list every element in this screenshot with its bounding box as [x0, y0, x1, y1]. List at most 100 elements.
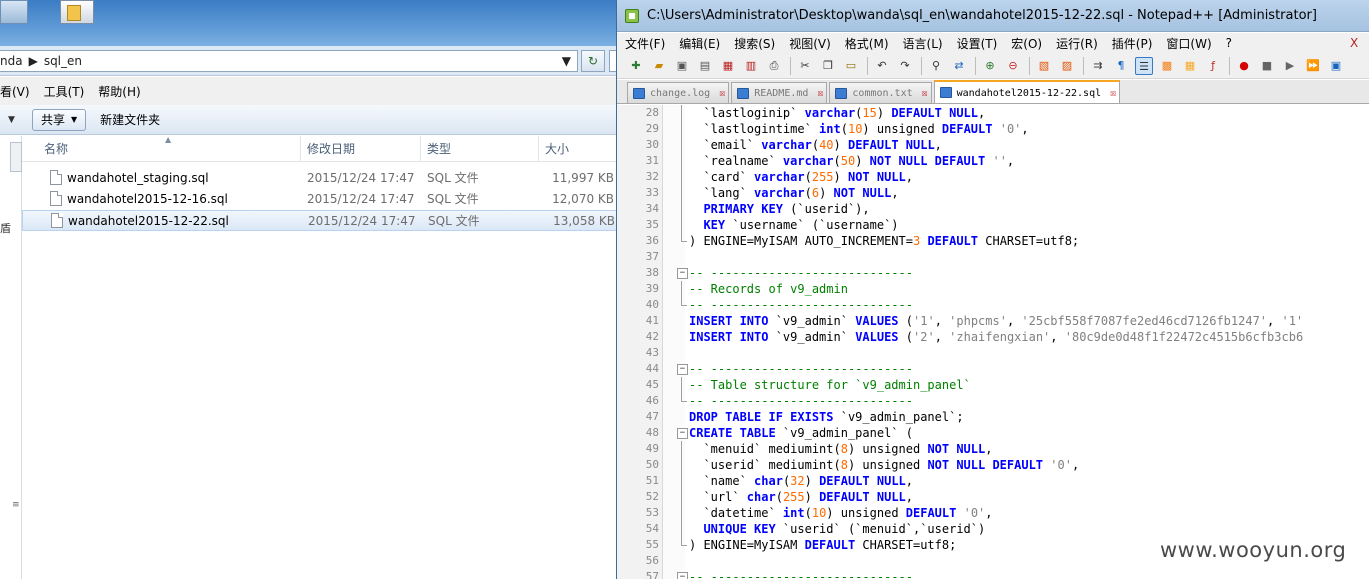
navigation-pane[interactable]: 盾 ≡: [0, 136, 22, 579]
copy-icon[interactable]: ❐: [819, 57, 837, 75]
menu-search[interactable]: 搜索(S): [734, 35, 775, 52]
save-macro-icon[interactable]: ▣: [1327, 57, 1345, 75]
save-icon[interactable]: ▣: [673, 57, 691, 75]
menu-run[interactable]: 运行(R): [1056, 35, 1098, 52]
menu-file[interactable]: 文件(F): [625, 35, 665, 52]
tab-common-txt[interactable]: common.txt ☒: [829, 82, 932, 104]
menu-help[interactable]: ?: [1226, 36, 1232, 50]
file-row[interactable]: wandahotel_staging.sql 2015/12/24 17:47 …: [22, 168, 620, 189]
menu-plugins[interactable]: 插件(P): [1112, 35, 1153, 52]
code-line[interactable]: 57 -- ----------------------------: [617, 569, 1369, 579]
zoom-out-icon[interactable]: ⊖: [1004, 57, 1022, 75]
code-line[interactable]: 32 `card` varchar(255) NOT NULL,: [617, 169, 1369, 185]
zoom-in-icon[interactable]: ⊕: [981, 57, 999, 75]
menu-format[interactable]: 格式(M): [845, 35, 889, 52]
record-macro-icon[interactable]: ●: [1235, 57, 1253, 75]
code-line[interactable]: 53 `datetime` int(10) unsigned DEFAULT '…: [617, 505, 1369, 521]
print-icon[interactable]: ⎙: [765, 57, 783, 75]
menu-view[interactable]: 看(V): [0, 83, 37, 100]
code-line[interactable]: 41 INSERT INTO `v9_admin` VALUES ('1', 'p…: [617, 313, 1369, 329]
code-line[interactable]: 30 `email` varchar(40) DEFAULT NULL,: [617, 137, 1369, 153]
column-name[interactable]: 名称: [38, 136, 300, 162]
tab-change-log[interactable]: change.log ☒: [627, 82, 730, 104]
address-bar[interactable]: nda ▶ sql_en ▼: [0, 50, 578, 72]
close-all-icon[interactable]: ▥: [742, 57, 760, 75]
close-document-icon[interactable]: X: [1350, 36, 1358, 50]
code-line[interactable]: 47 DROP TABLE IF EXISTS `v9_admin_panel`;: [617, 409, 1369, 425]
breadcrumb-parent[interactable]: nda: [0, 54, 23, 68]
address-dropdown-icon[interactable]: ▼: [562, 54, 571, 68]
new-file-icon[interactable]: ✚: [627, 57, 645, 75]
replace-icon[interactable]: ⇄: [950, 57, 968, 75]
redo-icon[interactable]: ↷: [896, 57, 914, 75]
breadcrumb-current[interactable]: sql_en: [44, 54, 82, 68]
organize-caret-icon[interactable]: ▼: [0, 115, 30, 125]
code-line[interactable]: 29 `lastlogintime` int(10) unsigned DEFA…: [617, 121, 1369, 137]
code-line[interactable]: 28 `lastloginip` varchar(15) DEFAULT NUL…: [617, 105, 1369, 121]
code-line[interactable]: 31 `realname` varchar(50) NOT NULL DEFAU…: [617, 153, 1369, 169]
code-line[interactable]: 54 UNIQUE KEY `userid` (`menuid`,`userid…: [617, 521, 1369, 537]
menu-settings[interactable]: 设置(T): [957, 35, 998, 52]
nav-scrollbar-thumb[interactable]: [10, 142, 22, 172]
sync-horizontal-icon[interactable]: ▨: [1058, 57, 1076, 75]
menu-language[interactable]: 语言(L): [903, 35, 943, 52]
tab-close-icon[interactable]: ☒: [817, 83, 823, 104]
menu-help[interactable]: 帮助(H): [91, 83, 147, 100]
file-row-selected[interactable]: wandahotel2015-12-22.sql 2015/12/24 17:4…: [22, 210, 620, 231]
tab-close-icon[interactable]: ☒: [719, 83, 725, 104]
udl-icon[interactable]: ▩: [1158, 57, 1176, 75]
stop-macro-icon[interactable]: ■: [1258, 57, 1276, 75]
fold-toggle-icon[interactable]: [677, 425, 689, 441]
code-line[interactable]: 42 INSERT INTO `v9_admin` VALUES ('2', 'z…: [617, 329, 1369, 345]
save-all-icon[interactable]: ▤: [696, 57, 714, 75]
desktop-shortcut-icon[interactable]: [0, 0, 28, 24]
desktop-folder-icon[interactable]: [60, 0, 94, 24]
sync-vertical-icon[interactable]: ▧: [1035, 57, 1053, 75]
code-line[interactable]: 35 KEY `username` (`username`): [617, 217, 1369, 233]
show-all-chars-icon[interactable]: ¶: [1112, 57, 1130, 75]
npp-titlebar[interactable]: C:\Users\Administrator\Desktop\wanda\sql…: [617, 0, 1369, 32]
doc-map-icon[interactable]: ▦: [1181, 57, 1199, 75]
menu-macro[interactable]: 宏(O): [1011, 35, 1042, 52]
find-icon[interactable]: ⚲: [927, 57, 945, 75]
code-line[interactable]: 46 -- ----------------------------: [617, 393, 1369, 409]
fold-toggle-icon[interactable]: [677, 569, 689, 579]
word-wrap-icon[interactable]: ⇉: [1089, 57, 1107, 75]
column-type[interactable]: 类型: [420, 136, 538, 162]
undo-icon[interactable]: ↶: [873, 57, 891, 75]
nav-scrollbar-grip-icon[interactable]: ≡: [12, 500, 20, 510]
fold-toggle-icon[interactable]: [677, 265, 689, 281]
code-editor[interactable]: 28 `lastloginip` varchar(15) DEFAULT NUL…: [617, 105, 1369, 579]
code-line[interactable]: 48 CREATE TABLE `v9_admin_panel` (: [617, 425, 1369, 441]
function-list-icon[interactable]: ƒ: [1204, 57, 1222, 75]
code-line[interactable]: 37: [617, 249, 1369, 265]
code-line[interactable]: 39 -- Records of v9_admin: [617, 281, 1369, 297]
share-button[interactable]: 共享 ▼: [32, 108, 87, 131]
code-line[interactable]: 38 -- ----------------------------: [617, 265, 1369, 281]
code-line[interactable]: 40 -- ----------------------------: [617, 297, 1369, 313]
menu-edit[interactable]: 编辑(E): [679, 35, 720, 52]
code-line[interactable]: 33 `lang` varchar(6) NOT NULL,: [617, 185, 1369, 201]
column-date[interactable]: 修改日期: [300, 136, 420, 162]
run-macro-multiple-icon[interactable]: ⏩: [1304, 57, 1322, 75]
play-macro-icon[interactable]: ▶: [1281, 57, 1299, 75]
code-line[interactable]: 51 `name` char(32) DEFAULT NULL,: [617, 473, 1369, 489]
code-line[interactable]: 34 PRIMARY KEY (`userid`),: [617, 201, 1369, 217]
code-line[interactable]: 52 `url` char(255) DEFAULT NULL,: [617, 489, 1369, 505]
breadcrumb-arrow-icon[interactable]: ▶: [29, 54, 38, 68]
indent-guide-icon[interactable]: ☰: [1135, 56, 1153, 75]
paste-icon[interactable]: ▭: [842, 57, 860, 75]
code-line[interactable]: 36) ENGINE=MyISAM AUTO_INCREMENT=3 DEFAU…: [617, 233, 1369, 249]
file-row[interactable]: wandahotel2015-12-16.sql 2015/12/24 17:4…: [22, 189, 620, 210]
tab-readme[interactable]: README.md ☒: [731, 82, 828, 104]
column-size[interactable]: 大小: [538, 136, 620, 162]
menu-tools[interactable]: 工具(T): [37, 83, 92, 100]
menu-window[interactable]: 窗口(W): [1166, 35, 1211, 52]
menu-view[interactable]: 视图(V): [789, 35, 831, 52]
tab-close-icon[interactable]: ☒: [1110, 82, 1116, 105]
code-line[interactable]: 43: [617, 345, 1369, 361]
code-line[interactable]: 49 `menuid` mediumint(8) unsigned NOT NU…: [617, 441, 1369, 457]
cut-icon[interactable]: ✂: [796, 57, 814, 75]
code-line[interactable]: 50 `userid` mediumint(8) unsigned NOT NU…: [617, 457, 1369, 473]
tab-close-icon[interactable]: ☒: [922, 83, 928, 104]
